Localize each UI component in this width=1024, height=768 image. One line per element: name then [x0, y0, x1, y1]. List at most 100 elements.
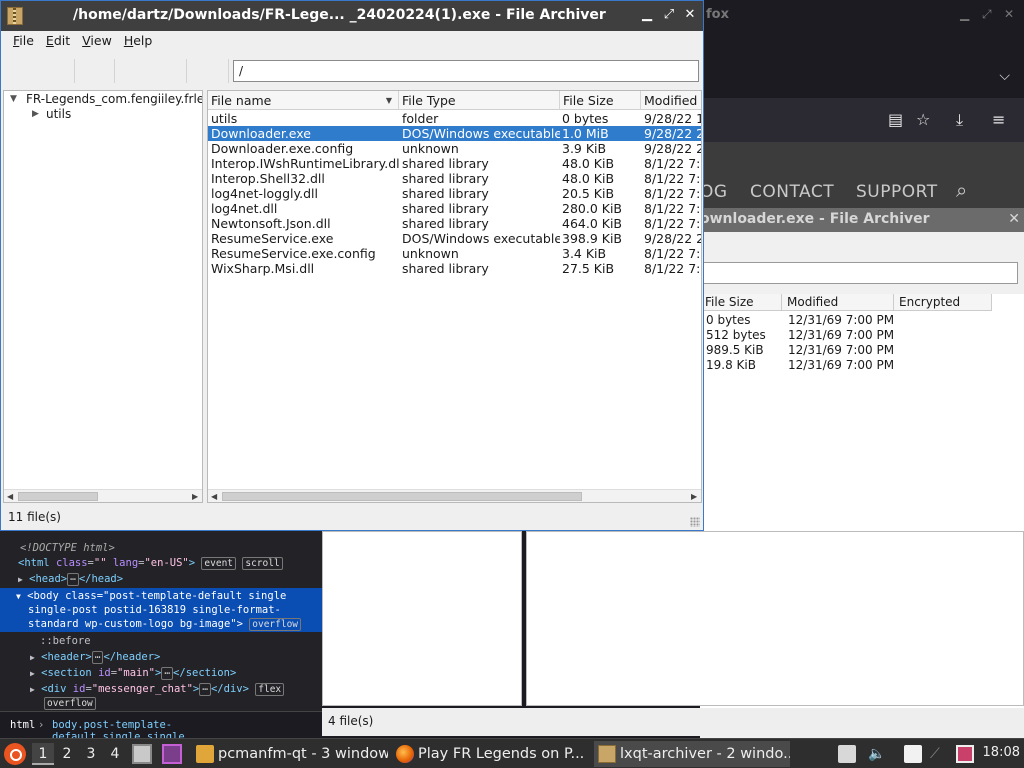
- dt-section-node[interactable]: ▶ <section id="main"> ⋯ </section>: [30, 667, 236, 680]
- desktop-3-button[interactable]: 3: [80, 743, 102, 765]
- terminal-icon[interactable]: [162, 744, 182, 764]
- column-encrypted[interactable]: Encrypted: [894, 294, 992, 310]
- dt-body-node[interactable]: ▼ <body class="post-template-default sin…: [0, 588, 322, 632]
- close-icon[interactable]: ✕: [1004, 7, 1014, 21]
- tree-item-root[interactable]: FR-Legends_com.fengiiley.frle: [26, 92, 202, 106]
- file-row[interactable]: log4net-loggly.dll shared library 20.5 KiB…: [208, 186, 701, 201]
- menu-view[interactable]: View: [76, 31, 118, 51]
- table-row[interactable]: 0 bytes 12/31/69 7:00 PM: [700, 313, 992, 328]
- expand-arrow-icon[interactable]: ▶: [30, 653, 35, 662]
- task-lxqt-archiver[interactable]: lxqt-archiver - 2 windo...: [594, 741, 790, 767]
- maximize-icon[interactable]: ⤢: [982, 7, 992, 22]
- scroll-thumb[interactable]: [18, 492, 98, 501]
- volume-icon[interactable]: 🔈: [868, 745, 886, 763]
- desktop-4-button[interactable]: 4: [104, 743, 126, 765]
- desktop-2-button[interactable]: 2: [56, 743, 78, 765]
- menu-help[interactable]: Help: [118, 31, 159, 51]
- breadcrumb-html[interactable]: html: [10, 719, 35, 731]
- table-row[interactable]: 19.8 KiB 12/31/69 7:00 PM: [700, 358, 992, 373]
- expand-arrow-icon[interactable]: ▶: [32, 109, 39, 119]
- start-menu-icon[interactable]: [4, 743, 26, 765]
- path-input[interactable]: /: [233, 60, 699, 82]
- overflow-badge[interactable]: overflow: [249, 618, 302, 631]
- search-icon[interactable]: ⌕: [956, 178, 968, 202]
- tree-item-utils[interactable]: utils: [46, 107, 71, 121]
- ellipsis-badge[interactable]: ⋯: [67, 573, 79, 586]
- column-modified[interactable]: Modified: [782, 294, 894, 310]
- table-row[interactable]: 989.5 KiB 12/31/69 7:00 PM: [700, 343, 992, 358]
- collapse-arrow-icon[interactable]: ▼: [10, 94, 17, 104]
- menu-hamburger-icon[interactable]: ≡: [992, 110, 1005, 129]
- nav-contact[interactable]: CONTACT: [750, 182, 834, 202]
- notes-icon[interactable]: [904, 745, 922, 763]
- network-icon[interactable]: ⟋: [930, 745, 948, 763]
- event-badge[interactable]: event: [201, 557, 237, 570]
- menu-file[interactable]: File: [7, 31, 40, 51]
- close-icon[interactable]: ✕: [1008, 211, 1020, 227]
- column-file-type[interactable]: File Type: [399, 91, 560, 110]
- toolbar-button-2[interactable]: [77, 59, 115, 83]
- expand-arrow-icon[interactable]: ▶: [30, 685, 35, 694]
- column-modified[interactable]: Modified: [641, 91, 701, 110]
- file-row[interactable]: Newtonsoft.Json.dll shared library 464.0 K…: [208, 216, 701, 231]
- scroll-thumb[interactable]: [222, 492, 582, 501]
- overflow-badge[interactable]: overflow: [44, 697, 96, 710]
- file-row[interactable]: WixSharp.Msi.dll shared library 27.5 KiB 8/…: [208, 261, 701, 276]
- expand-arrow-icon[interactable]: ▶: [30, 669, 35, 678]
- list-hscrollbar[interactable]: ◀ ▶: [208, 489, 701, 502]
- file-row[interactable]: log4net.dll shared library 280.0 KiB 8/1/22…: [208, 201, 701, 216]
- resize-grip-icon[interactable]: [690, 517, 700, 527]
- file-row[interactable]: Downloader.exe.config unknown 3.9 KiB 9/28/…: [208, 141, 701, 156]
- flex-badge[interactable]: flex: [255, 683, 285, 696]
- file-row[interactable]: Interop.Shell32.dll shared library 48.0 Ki…: [208, 171, 701, 186]
- column-file-name[interactable]: File name ▼: [208, 91, 399, 110]
- close-icon[interactable]: ✕: [682, 7, 698, 22]
- task-pcmanfm[interactable]: pcmanfm-qt - 3 windows: [192, 741, 388, 767]
- show-desktop-icon[interactable]: [132, 744, 152, 764]
- clipboard-icon[interactable]: [838, 745, 856, 763]
- maximize-icon[interactable]: ⤢: [661, 7, 677, 22]
- minimize-icon[interactable]: ▁: [639, 7, 655, 22]
- downloads-icon[interactable]: ⤓: [956, 110, 963, 130]
- column-file-size[interactable]: File Size: [700, 294, 782, 310]
- tree-hscrollbar[interactable]: ◀ ▶: [4, 489, 202, 502]
- dt-html-node[interactable]: <html class="" lang="en-US"> event scrol…: [18, 557, 283, 570]
- dt-doctype[interactable]: <!DOCTYPE html>: [20, 542, 115, 554]
- expand-arrow-icon[interactable]: ▶: [18, 575, 23, 584]
- app-tray-icon[interactable]: [956, 745, 974, 763]
- scroll-left-icon[interactable]: ◀: [7, 490, 13, 502]
- file-row[interactable]: utils folder 0 bytes 9/28/22 1: [208, 111, 701, 126]
- titlebar[interactable]: /home/dartz/Downloads/FR-Lege... _240202…: [1, 1, 703, 31]
- file-row[interactable]: Downloader.exe DOS/Windows executable 1.0 …: [208, 126, 701, 141]
- menu-edit[interactable]: Edit: [40, 31, 76, 51]
- nav-support[interactable]: SUPPORT: [856, 182, 938, 202]
- file-row[interactable]: ResumeService.exe DOS/Windows executable 3…: [208, 231, 701, 246]
- dt-before-node[interactable]: ::before: [40, 635, 91, 647]
- task-firefox[interactable]: Play FR Legends on P...: [392, 741, 588, 767]
- list-all-tabs-chevron-icon[interactable]: ⌵: [999, 68, 1010, 84]
- scroll-right-icon[interactable]: ▶: [691, 490, 697, 502]
- nav-blog[interactable]: OG: [700, 182, 728, 202]
- minimize-icon[interactable]: ▁: [960, 7, 969, 21]
- ellipsis-badge[interactable]: ⋯: [91, 651, 104, 664]
- collapse-arrow-icon[interactable]: ▼: [16, 592, 21, 601]
- dt-head-node[interactable]: ▶ <head> ⋯ </head>: [18, 573, 123, 586]
- toolbar-button-1[interactable]: [7, 59, 75, 83]
- table-row[interactable]: 512 bytes 12/31/69 7:00 PM: [700, 328, 992, 343]
- archiver2-path-input[interactable]: [700, 262, 1018, 284]
- toolbar-button-4[interactable]: [189, 59, 229, 83]
- archive-app-icon[interactable]: [7, 7, 23, 25]
- column-file-size[interactable]: File Size: [560, 91, 641, 110]
- desktop-1-button[interactable]: 1: [32, 743, 54, 765]
- toolbar-button-3[interactable]: [117, 59, 187, 83]
- file-row[interactable]: ResumeService.exe.config unknown 3.4 KiB 8/…: [208, 246, 701, 261]
- file-row[interactable]: Interop.IWshRuntimeLibrary.dll shared lib…: [208, 156, 701, 171]
- ellipsis-badge[interactable]: ⋯: [199, 683, 211, 696]
- scroll-right-icon[interactable]: ▶: [192, 490, 198, 502]
- bookmark-star-icon[interactable]: ☆: [916, 110, 930, 129]
- ellipsis-badge[interactable]: ⋯: [161, 667, 174, 680]
- dt-header-node[interactable]: ▶ <header> ⋯ </header>: [30, 651, 160, 664]
- scroll-badge[interactable]: scroll: [242, 557, 283, 570]
- reader-view-icon[interactable]: ▤: [888, 110, 903, 129]
- scroll-left-icon[interactable]: ◀: [211, 490, 217, 502]
